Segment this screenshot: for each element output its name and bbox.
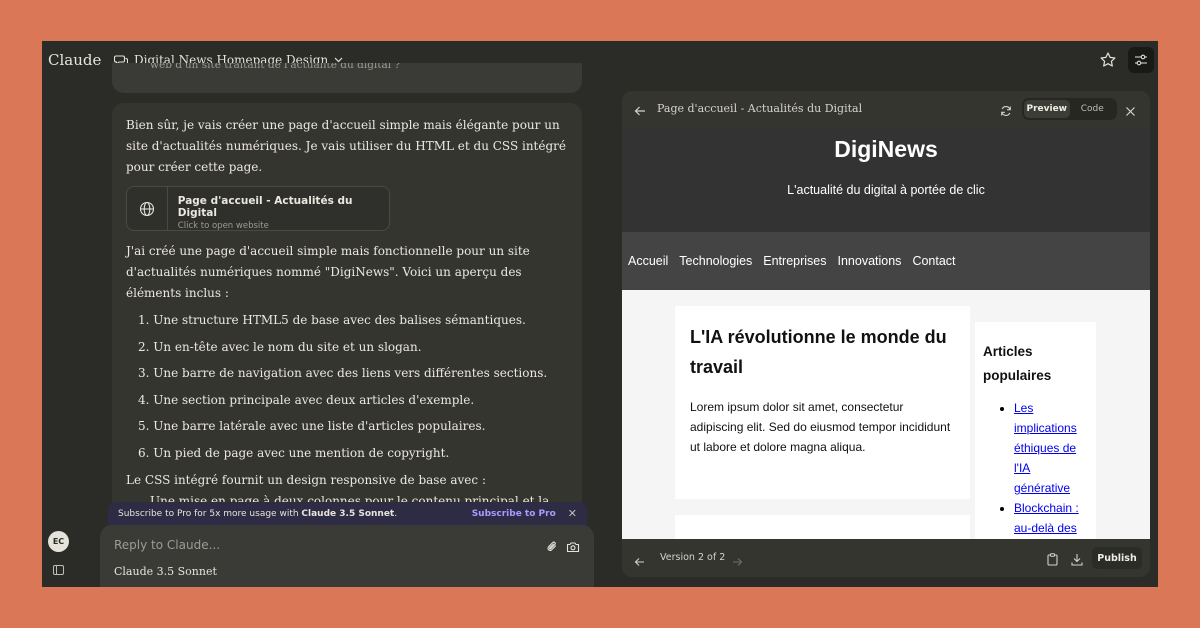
app-window: Claude Digital News Homepage Design EC w… [42, 41, 1158, 587]
artifact-card-title: Page d'accueil - Actualités du Digital [177, 195, 353, 219]
globe-icon [127, 187, 168, 230]
settings-button[interactable] [1128, 47, 1154, 73]
sidebar-toggle-icon[interactable] [53, 565, 64, 575]
artifact-footer: Version 2 of 2 Publish [622, 539, 1150, 577]
list-item: Les implications éthiques de l'IA généra… [1014, 398, 1088, 498]
subscribe-link[interactable]: Subscribe to Pro [472, 509, 556, 519]
tab-preview[interactable]: Preview [1024, 100, 1070, 118]
nav-link-entreprises[interactable]: Entreprises [763, 254, 826, 268]
refresh-icon[interactable] [1000, 102, 1012, 121]
download-icon[interactable] [1071, 551, 1083, 570]
arrow-left-icon[interactable] [634, 102, 646, 121]
nav-link-contact[interactable]: Contact [912, 254, 955, 268]
view-toggle: Preview Code [1022, 98, 1117, 120]
camera-icon[interactable] [566, 538, 580, 557]
assistant-reply: Bien sûr, je vais créer une page d'accue… [112, 103, 582, 505]
artifact-card-subtitle: Click to open website [177, 221, 269, 231]
list-item: 2. Un en-tête avec le nom du site et un … [138, 339, 422, 354]
star-button[interactable] [1098, 51, 1118, 71]
publish-button[interactable]: Publish [1092, 547, 1142, 569]
avatar[interactable]: EC [48, 531, 69, 552]
reply-body: J'ai créé une page d'accueil simple mais… [126, 244, 530, 300]
artifact-header: Page d'accueil - Actualités du Digital P… [622, 91, 1150, 128]
promo-text: Subscribe to Pro for 5x more usage with … [118, 508, 398, 519]
site-header: DigiNews L'actualité du digital à portée… [622, 128, 1150, 232]
article-card: L'IA révolutionne le monde du travail Lo… [675, 306, 970, 499]
list-item: 3. Une barre de navigation avec des lien… [138, 366, 548, 380]
arrow-left-icon[interactable] [634, 552, 645, 571]
popular-link[interactable]: Les implications éthiques de l'IA généra… [1014, 401, 1077, 495]
version-label: Version 2 of 2 [660, 552, 726, 563]
article-card-second [675, 515, 970, 539]
brand-logo[interactable]: Claude [48, 51, 101, 69]
model-selector[interactable]: Claude 3.5 Sonnet [114, 565, 217, 578]
site-title: DigiNews [834, 136, 938, 162]
sliders-icon [1134, 51, 1148, 70]
close-icon[interactable]: ✕ [568, 507, 577, 520]
chat-thread[interactable]: web d'un site traitant de l'actualité du… [112, 63, 582, 505]
popular-link[interactable]: Blockchain : au-delà des cryptomonnaies [1014, 501, 1099, 539]
sidebar-heading: Articles populaires [983, 344, 1052, 383]
nav-link-innovations[interactable]: Innovations [838, 254, 902, 268]
website-preview[interactable]: DigiNews L'actualité du digital à portée… [622, 128, 1150, 539]
list-item: Blockchain : au-delà des cryptomonnaies [1014, 498, 1088, 539]
star-icon [1100, 51, 1116, 71]
site-nav: Accueil Technologies Entreprises Innovat… [622, 232, 1150, 290]
reply-input[interactable]: Reply to Claude... [114, 538, 220, 552]
feature-list: 1. Une structure HTML5 de base avec des … [138, 307, 568, 466]
artifact-title: Page d'accueil - Actualités du Digital [657, 102, 863, 115]
article-body: Lorem ipsum dolor sit amet, consectetur … [690, 400, 951, 454]
promo-banner: Subscribe to Pro for 5x more usage with … [108, 502, 587, 525]
site-main: L'IA révolutionne le monde du travail Lo… [622, 290, 1150, 539]
arrow-right-icon[interactable] [732, 552, 743, 571]
clipboard-icon[interactable] [1047, 551, 1058, 570]
artifact-card[interactable]: Page d'accueil - Actualités du Digital C… [126, 186, 390, 231]
list-item: 4. Une section principale avec deux arti… [138, 392, 475, 407]
sidebar-popular: Articles populaires Les implications éth… [975, 322, 1096, 539]
popular-list: Les implications éthiques de l'IA généra… [983, 398, 1088, 539]
nav-link-accueil[interactable]: Accueil [628, 254, 668, 268]
site-slogan: L'actualité du digital à portée de clic [787, 183, 985, 197]
reply-intro: Bien sûr, je vais créer une page d'accue… [126, 118, 566, 174]
article-heading: L'IA révolutionne le monde du travail [690, 327, 947, 377]
artifact-panel: Page d'accueil - Actualités du Digital P… [622, 91, 1150, 577]
reply-after: Le CSS intégré fournit un design respons… [126, 473, 486, 487]
paperclip-icon[interactable] [546, 538, 558, 557]
previous-message-text: web d'un site traitant de l'actualité du… [150, 63, 401, 71]
list-item: 5. Une barre latérale avec une liste d'a… [138, 419, 486, 433]
tab-code[interactable]: Code [1070, 100, 1116, 118]
list-item: 6. Un pied de page avec une mention de c… [138, 445, 450, 460]
list-item: 1. Une structure HTML5 de base avec des … [138, 313, 526, 327]
previous-user-message: web d'un site traitant de l'actualité du… [112, 63, 582, 93]
reply-composer: Reply to Claude... Claude 3.5 Sonnet [100, 525, 594, 587]
nav-link-technologies[interactable]: Technologies [679, 254, 752, 268]
close-icon[interactable] [1125, 102, 1136, 121]
